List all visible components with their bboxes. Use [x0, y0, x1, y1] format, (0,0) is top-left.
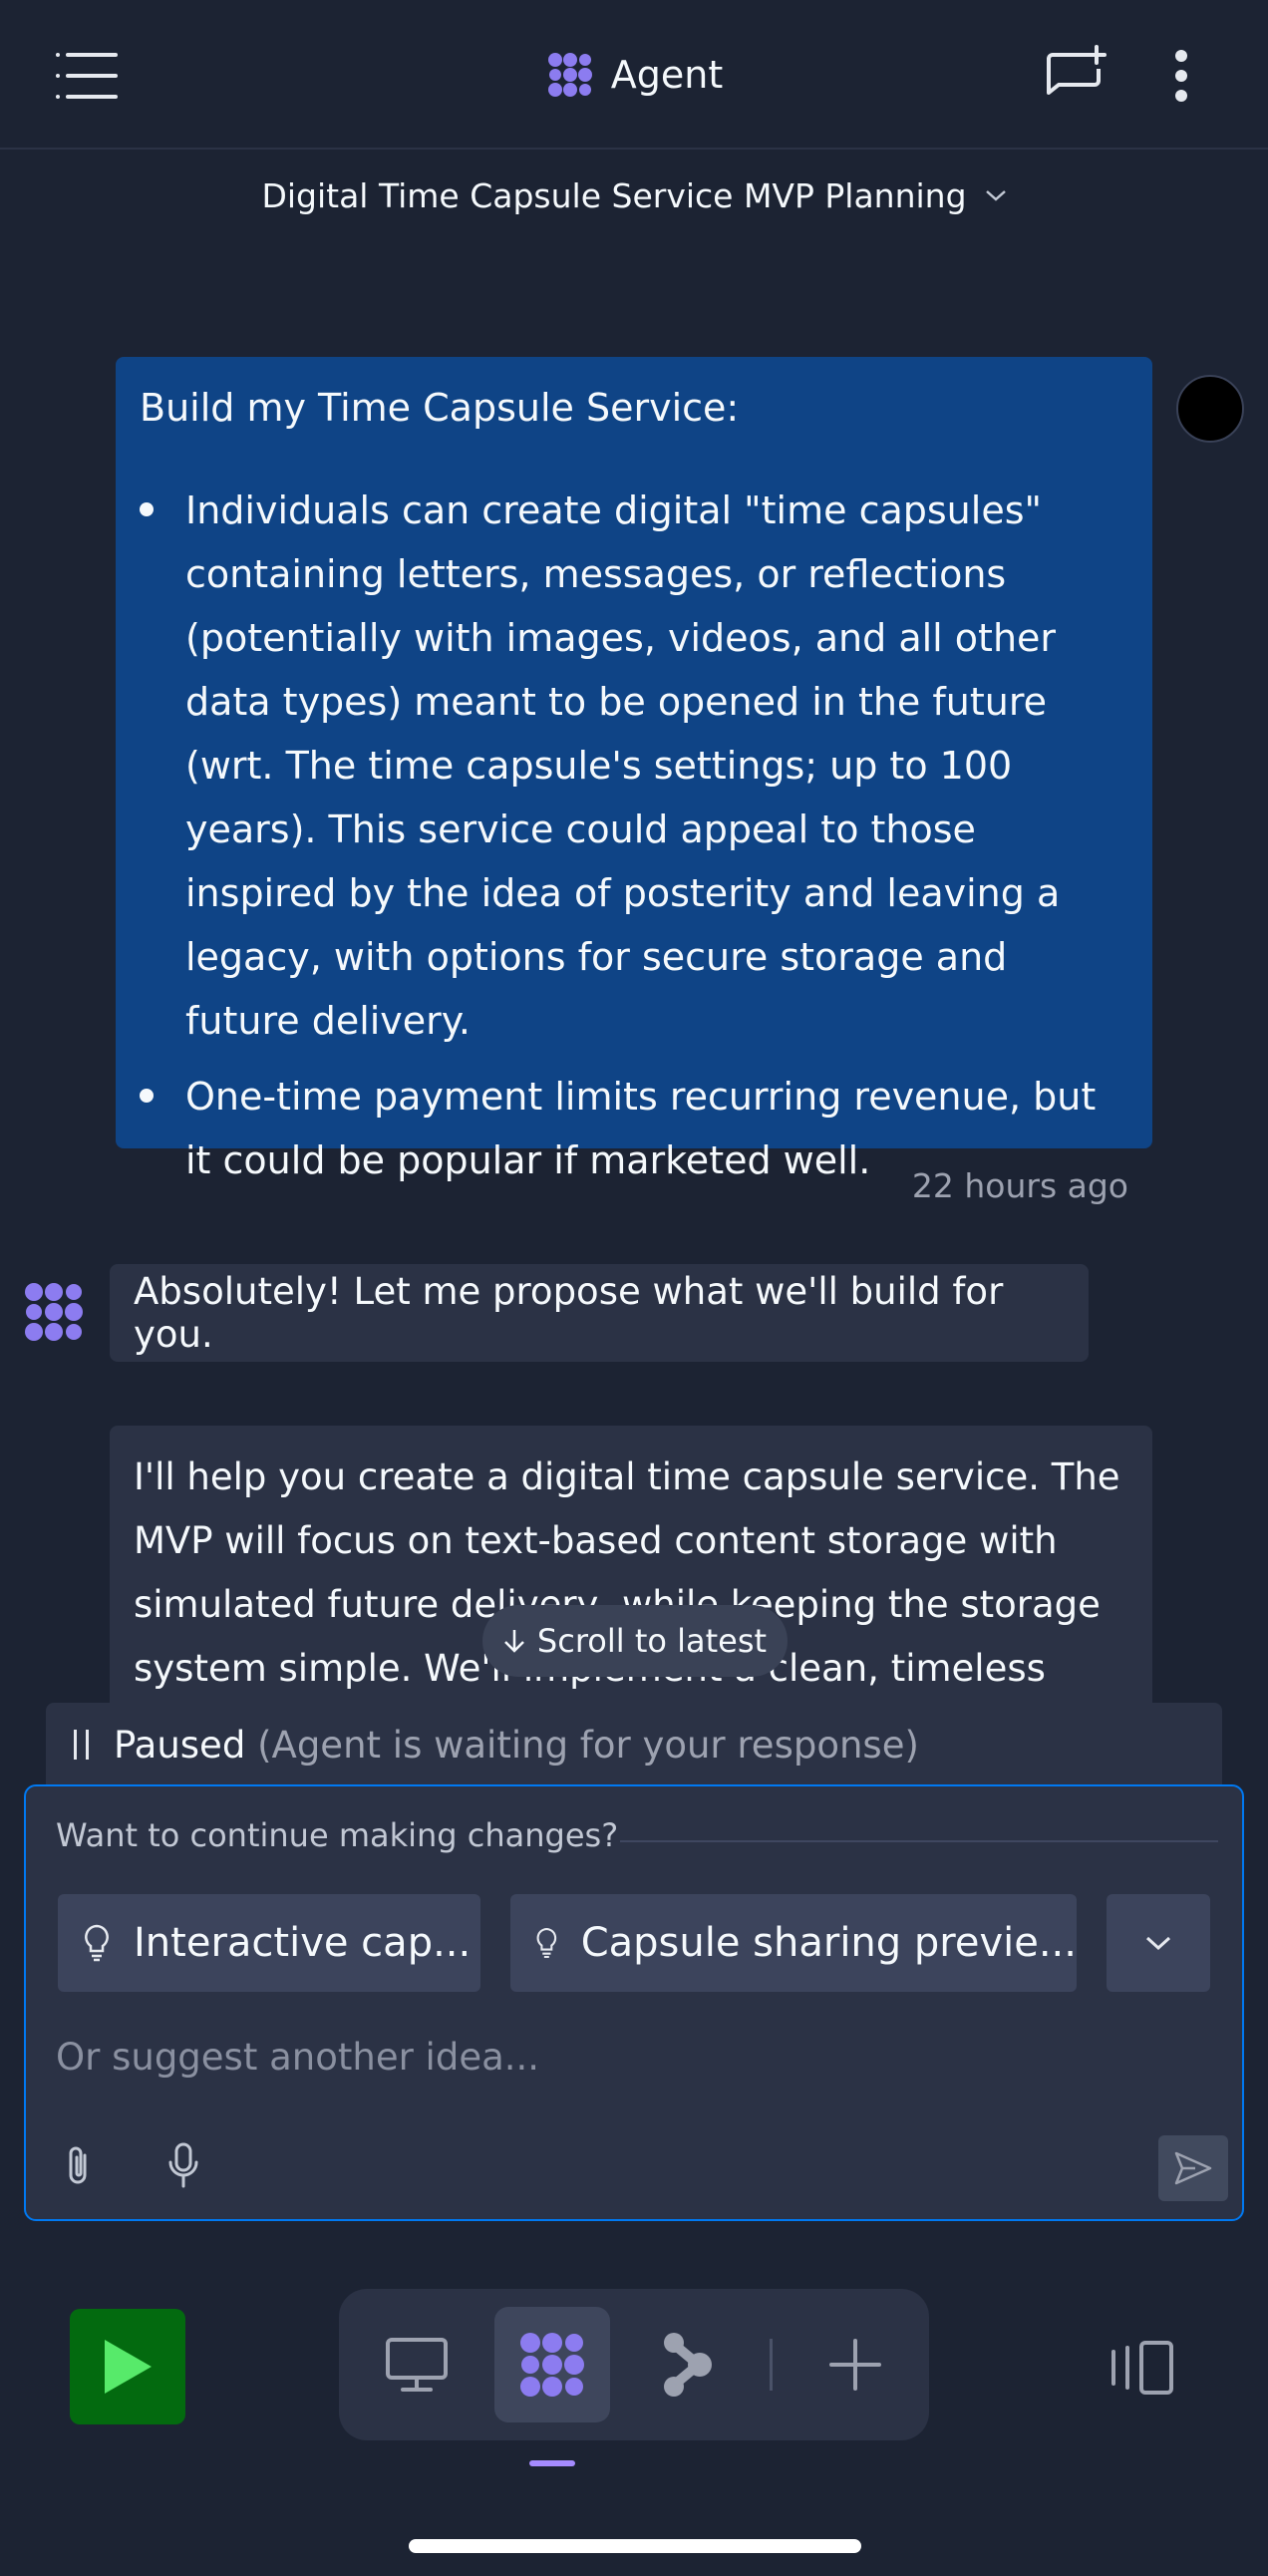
idea-input[interactable]: Or suggest another idea...	[56, 2022, 1152, 2092]
active-tab-indicator	[529, 2460, 575, 2466]
continue-prompt: Want to continue making changes?	[56, 1816, 619, 1854]
message-timestamp: 22 hours ago	[911, 1166, 1128, 1205]
suggestion-label: Capsule sharing previe...	[580, 1920, 1077, 1966]
new-chat-button[interactable]	[1037, 36, 1116, 116]
panel-icon	[1111, 2341, 1173, 2395]
user-message-intro: Build my Time Capsule Service:	[140, 386, 740, 430]
lightbulb-icon	[536, 1927, 557, 1959]
chat-title: Digital Time Capsule Service MVP Plannin…	[261, 175, 967, 215]
plus-icon	[829, 2339, 881, 2391]
agent-logo-icon	[547, 53, 592, 97]
agent-tab[interactable]	[494, 2307, 610, 2422]
toolbar-divider	[770, 2339, 773, 2391]
chevron-down-icon	[1145, 1936, 1171, 1951]
scroll-to-latest-button[interactable]: Scroll to latest	[482, 1605, 788, 1677]
user-message-bubble: Build my Time Capsule Service: Individua…	[116, 357, 1152, 1182]
panel-toggle-button[interactable]	[1097, 2323, 1186, 2413]
composer: Want to continue making changes? Interac…	[24, 1784, 1244, 2221]
workspace-toolbar	[339, 2289, 929, 2440]
workflow-icon	[664, 2333, 712, 2397]
lightbulb-icon	[85, 1924, 109, 1962]
play-icon	[105, 2340, 152, 2394]
status-detail: (Agent is waiting for your response)	[257, 1723, 919, 1767]
page-title: Agent	[610, 53, 724, 97]
microphone-button[interactable]	[154, 2135, 213, 2195]
user-message-list: Individuals can create digital "time cap…	[140, 479, 1122, 1192]
pause-icon	[74, 1730, 89, 1760]
agent-logo-icon	[520, 2333, 584, 2397]
suggestion-label: Interactive cap...	[134, 1920, 472, 1966]
attach-button[interactable]	[48, 2135, 108, 2195]
agent-avatar-icon	[25, 1283, 83, 1341]
paperclip-icon	[69, 2146, 87, 2184]
more-icon	[1175, 50, 1187, 102]
desktop-tab[interactable]	[359, 2307, 475, 2422]
agent-message-text: Absolutely! Let me propose what we'll bu…	[134, 1270, 1004, 1356]
list-item: Individuals can create digital "time cap…	[140, 479, 1122, 1053]
send-button[interactable]	[1158, 2135, 1228, 2201]
suggestion-chip[interactable]: Interactive cap...	[58, 1894, 480, 1992]
run-button[interactable]	[70, 2309, 185, 2424]
arrow-down-icon	[504, 1630, 524, 1653]
more-suggestions-button[interactable]	[1107, 1894, 1210, 1992]
send-icon	[1174, 2151, 1212, 2185]
home-indicator	[409, 2539, 861, 2553]
avatar[interactable]	[1176, 375, 1244, 443]
scroll-to-latest-label: Scroll to latest	[536, 1622, 768, 1660]
add-tab-button[interactable]	[797, 2307, 913, 2422]
more-options-button[interactable]	[1156, 36, 1206, 116]
workflow-tab[interactable]	[630, 2307, 746, 2422]
suggestion-chip[interactable]: Capsule sharing previe...	[510, 1894, 1077, 1992]
chat-title-selector[interactable]: Digital Time Capsule Service MVP Plannin…	[0, 165, 1268, 225]
chevron-down-icon	[985, 190, 1006, 201]
agent-status-bar: Paused (Agent is waiting for your respon…	[46, 1703, 1222, 1786]
agent-message-bubble: Absolutely! Let me propose what we'll bu…	[110, 1264, 1089, 1362]
new-chat-icon	[1047, 45, 1107, 95]
microphone-icon	[168, 2142, 198, 2188]
status-label: Paused	[114, 1723, 246, 1767]
desktop-icon	[386, 2338, 448, 2392]
divider	[620, 1840, 1218, 1842]
